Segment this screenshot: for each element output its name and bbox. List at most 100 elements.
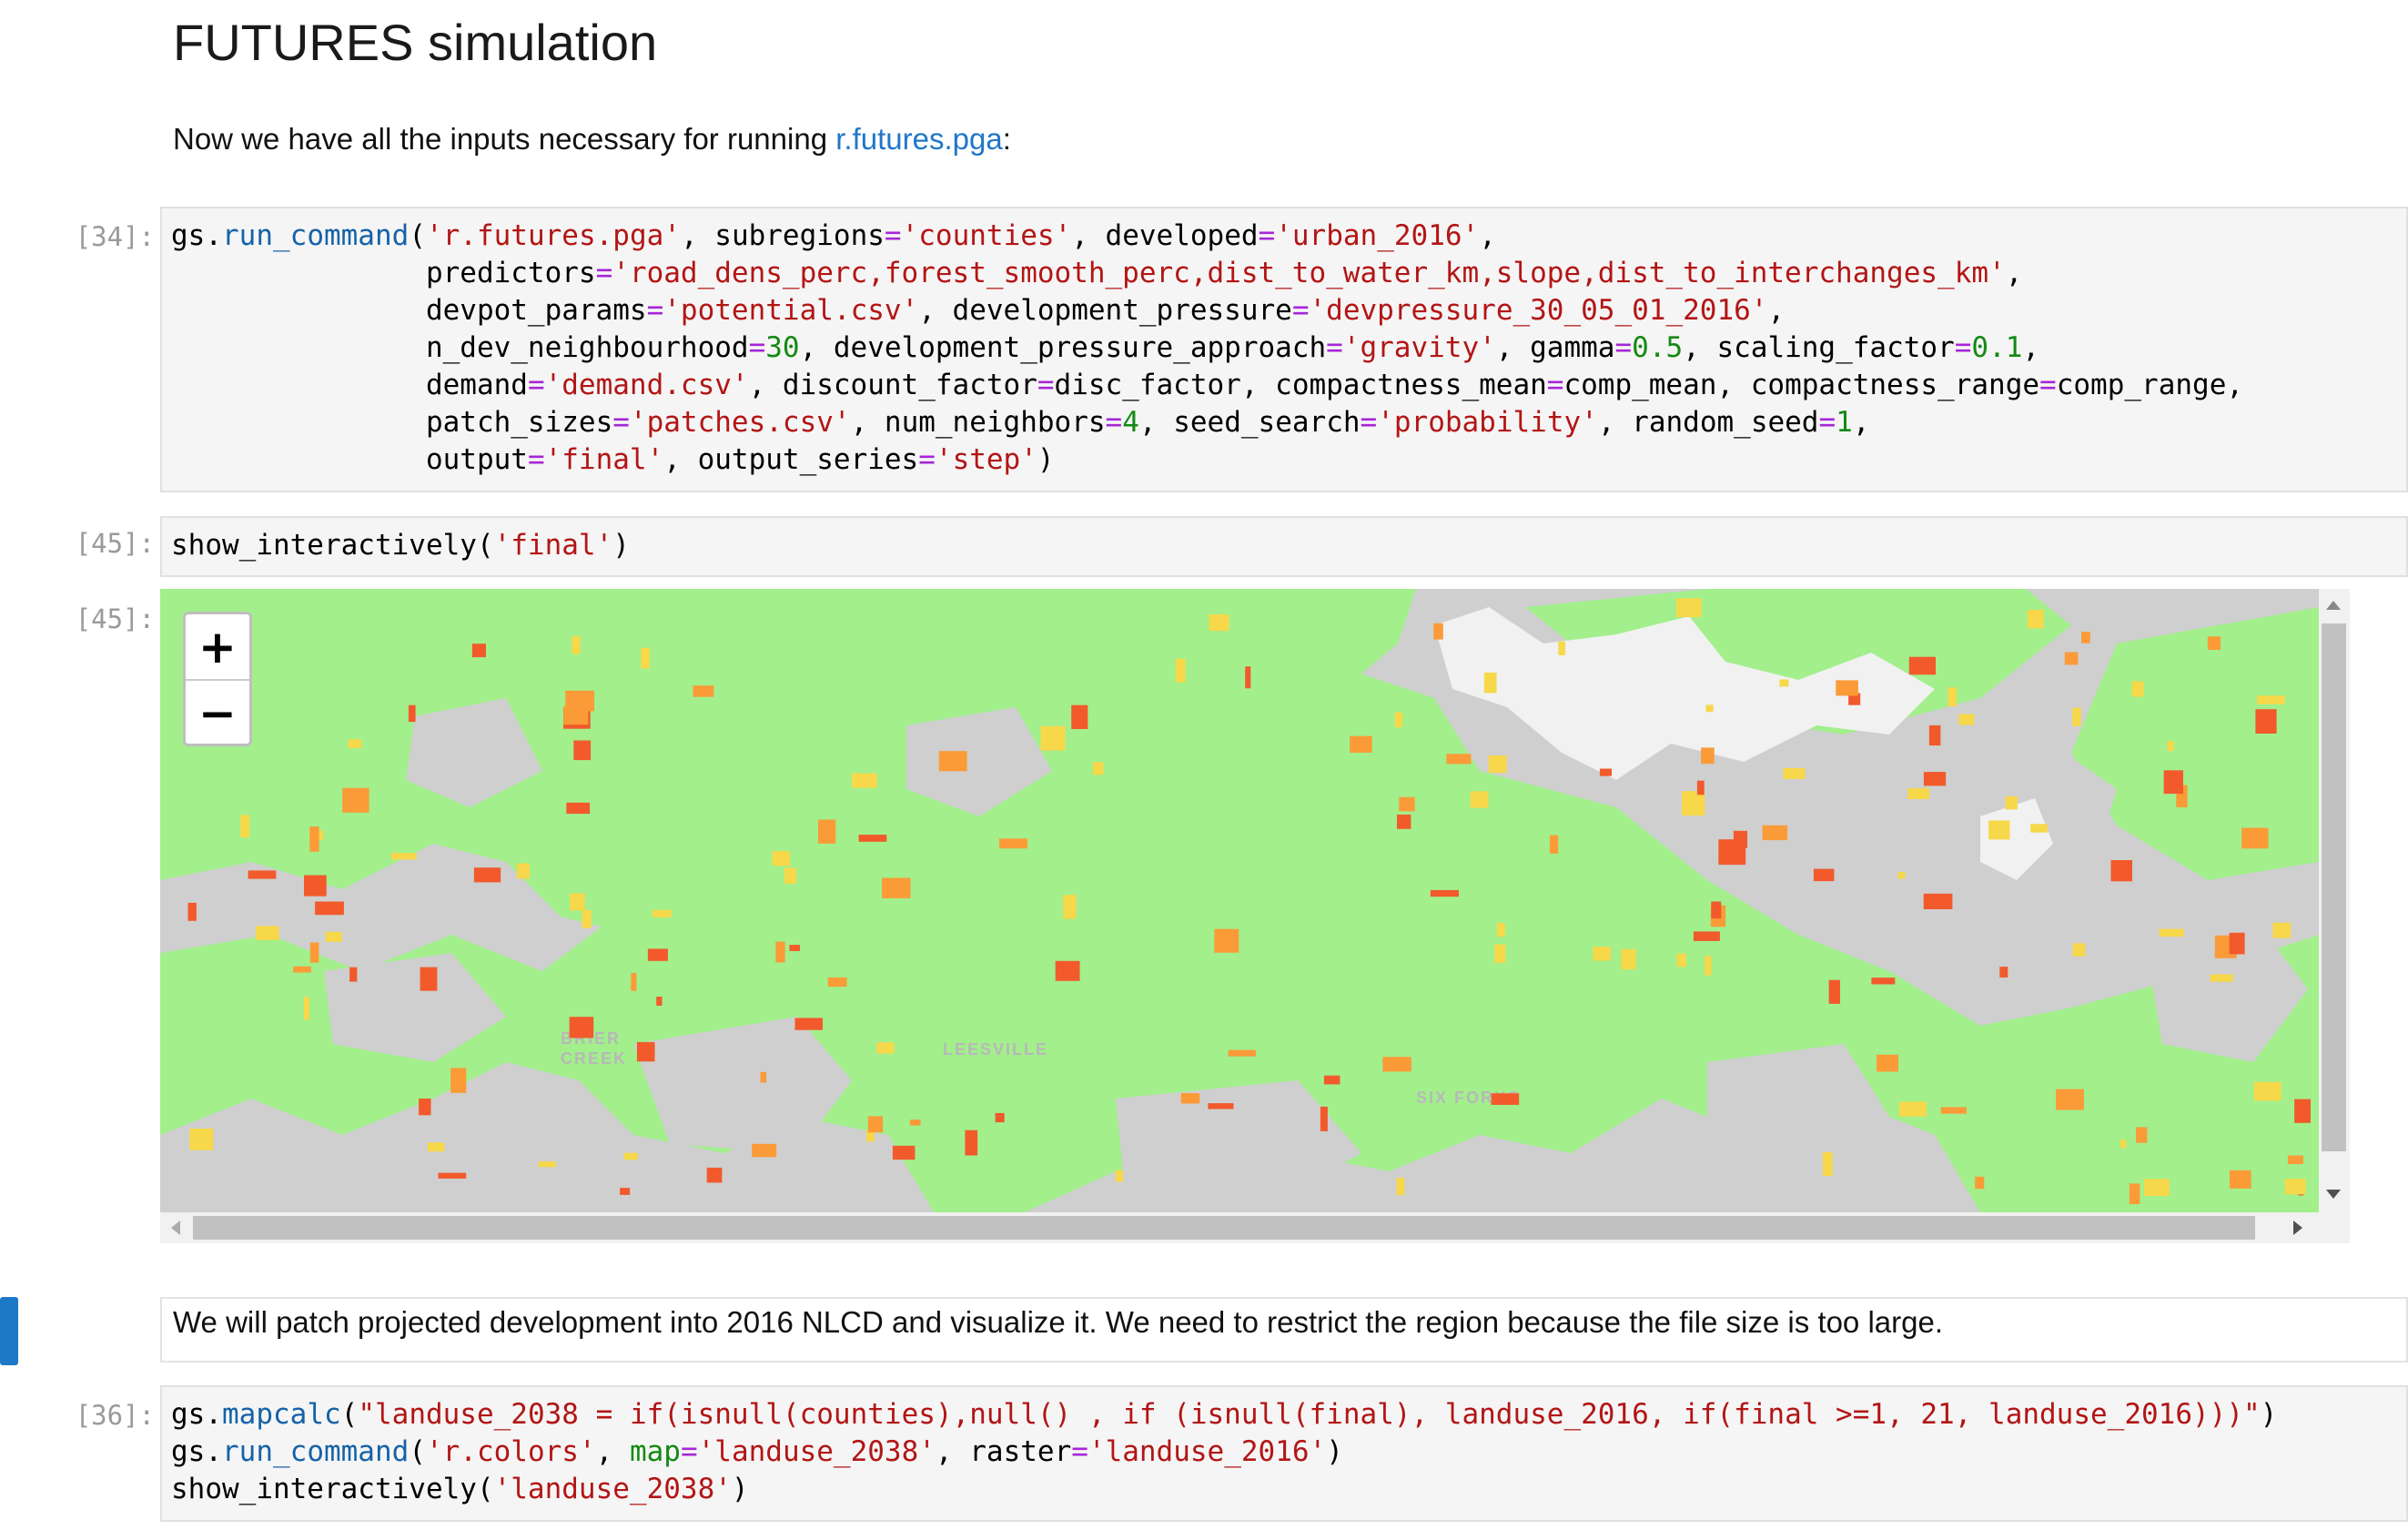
development-patch (569, 1017, 594, 1038)
development-patch (2207, 636, 2221, 650)
development-patch (1483, 673, 1497, 694)
development-patch (1382, 1057, 1411, 1072)
development-patch (794, 1018, 823, 1030)
horizontal-scroll-thumb[interactable] (193, 1216, 2255, 1240)
development-patch (938, 751, 967, 772)
scroll-up-arrow-icon[interactable] (2326, 601, 2341, 610)
development-patch (1063, 895, 1077, 919)
intro-paragraph: Now we have all the inputs necessary for… (173, 122, 1011, 157)
development-patch (631, 972, 637, 991)
code-cell-34[interactable]: gs.run_command('r.futures.pga', subregio… (160, 207, 2408, 492)
zoom-in-button[interactable]: + (186, 614, 249, 679)
development-patch (1071, 704, 1088, 729)
development-patch (1928, 724, 1941, 746)
development-patch (1999, 967, 2008, 978)
development-patch (1549, 835, 1559, 854)
code-cell-34-source[interactable]: gs.run_command('r.futures.pga', subregio… (171, 218, 2243, 479)
development-patch (2129, 1183, 2140, 1204)
development-patch (1733, 830, 1747, 848)
development-patch (189, 1129, 214, 1150)
development-patch (1323, 1075, 1341, 1085)
development-patch (2230, 1170, 2251, 1189)
development-patch (641, 647, 650, 669)
development-patch (293, 966, 311, 973)
output-45-prompt: [45]: (75, 603, 155, 634)
development-patch (1055, 960, 1080, 981)
development-patch (2110, 860, 2132, 882)
development-patch (1245, 666, 1251, 689)
development-patch (2253, 1081, 2282, 1101)
development-patch (2241, 827, 2269, 849)
development-patch (325, 931, 342, 942)
development-patch (572, 636, 581, 654)
scroll-down-arrow-icon[interactable] (2326, 1190, 2341, 1199)
development-patch (2120, 1140, 2127, 1149)
code-cell-45-source[interactable]: show_interactively('final') (171, 527, 630, 564)
development-patch (876, 1042, 895, 1054)
development-patch (1350, 735, 1372, 753)
development-patch (582, 909, 592, 928)
zoom-control: + − (183, 612, 252, 746)
development-patch (620, 1188, 631, 1195)
development-patch (999, 838, 1027, 849)
development-patch (1711, 901, 1722, 919)
development-patch (309, 942, 319, 963)
development-patch (882, 877, 911, 898)
zoom-out-button[interactable]: − (186, 679, 249, 744)
development-patch (752, 1143, 777, 1158)
development-patch (2287, 1155, 2303, 1164)
development-patch (818, 819, 836, 844)
development-patch (1040, 725, 1066, 751)
development-patch (471, 643, 486, 658)
development-patch (2072, 943, 2086, 957)
development-patch (473, 867, 501, 883)
code-cell-45[interactable]: show_interactively('final') (160, 516, 2408, 577)
development-patch (2163, 770, 2183, 795)
development-patch (566, 802, 591, 815)
development-patch (892, 1145, 916, 1160)
development-patch (1908, 656, 1936, 675)
development-patch (1175, 658, 1186, 683)
code-cell-36-source[interactable]: gs.mapcalc("landuse_2038 = if(isnull(cou… (171, 1396, 2277, 1508)
development-patch (303, 997, 309, 1020)
development-patch (1877, 1054, 1898, 1072)
development-patch (1975, 1176, 1985, 1190)
development-patch (775, 941, 785, 963)
development-patch (187, 902, 197, 921)
r-futures-pga-link[interactable]: r.futures.pga (835, 122, 1002, 156)
vertical-scroll-thumb[interactable] (2322, 623, 2346, 1151)
development-patch (789, 945, 800, 951)
development-patch (2210, 974, 2233, 982)
development-patch (1399, 796, 1415, 812)
interactive-map[interactable]: BRIER CREEK LEESVILLE SIX FORKS (160, 589, 2319, 1212)
map-label-creek: CREEK (561, 1049, 627, 1068)
development-patch (517, 863, 531, 879)
development-patch (1320, 1106, 1328, 1131)
development-patch (2005, 796, 2018, 810)
map-canvas[interactable]: BRIER CREEK LEESVILLE SIX FORKS (160, 589, 2319, 1212)
development-patch (2159, 928, 2184, 937)
development-patch (784, 867, 797, 884)
development-patch (2272, 922, 2292, 938)
development-patch (760, 1071, 767, 1083)
development-patch (1497, 923, 1505, 937)
development-patch (1696, 780, 1705, 795)
development-patch (1208, 1103, 1234, 1109)
development-patch (1558, 641, 1565, 655)
development-patch (315, 901, 344, 916)
map-label-leesville: LEESVILLE (943, 1040, 1048, 1059)
development-patch (995, 1112, 1005, 1123)
development-patch (1958, 714, 1975, 725)
code-cell-36[interactable]: gs.mapcalc("landuse_2038 = if(isnull(cou… (160, 1385, 2408, 1522)
development-patch (563, 705, 589, 725)
cell-45-prompt: [45]: (75, 528, 155, 559)
scroll-right-arrow-icon[interactable] (2293, 1221, 2302, 1235)
development-patch (1948, 687, 1958, 706)
development-patch (647, 948, 668, 961)
development-patch (248, 870, 277, 879)
development-patch (450, 1068, 467, 1093)
development-patch (1394, 712, 1403, 728)
scroll-left-arrow-icon[interactable] (171, 1221, 180, 1235)
development-patch (1988, 820, 2010, 840)
development-patch (1871, 978, 1896, 985)
